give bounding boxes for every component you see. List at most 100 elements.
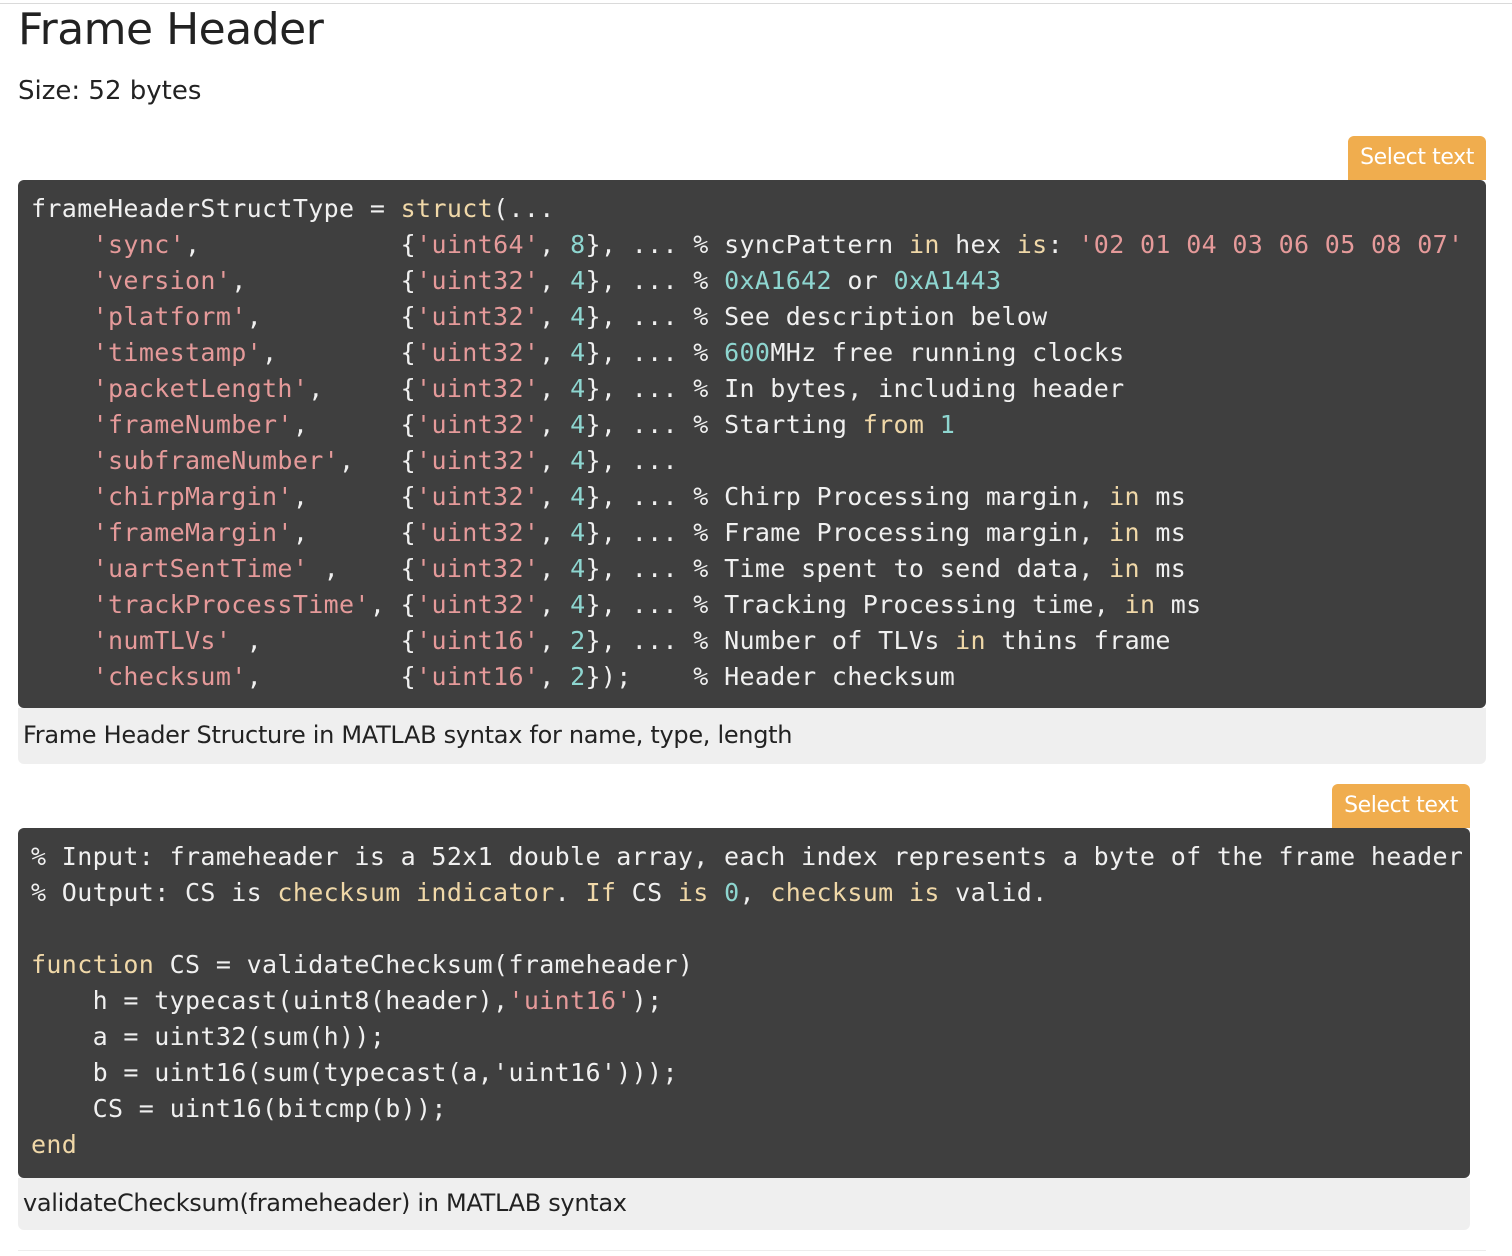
code-token: 0xA1642 <box>724 266 832 295</box>
code-token: thins frame <box>985 626 1171 655</box>
code-token: , { <box>185 230 417 259</box>
code-line: 'version', {'uint32', 4}, ... % 0xA1642 … <box>31 266 1001 295</box>
code-token: 'uint32' <box>416 446 540 475</box>
code-token: }, ... % syncPattern <box>585 230 909 259</box>
code-line: 'numTLVs' , {'uint16', 2}, ... % Number … <box>31 626 1171 655</box>
code-token: }, ... <box>585 446 678 475</box>
code-token: 1 <box>939 410 956 439</box>
code-token: 4 <box>570 518 586 547</box>
code-token: 'uartSentTime' <box>92 554 309 583</box>
code-token: If <box>585 878 617 907</box>
code-content[interactable]: % Input: frameheader is a 52x1 double ar… <box>18 828 1470 1163</box>
code-line: 'trackProcessTime', {'uint32', 4}, ... %… <box>31 590 1202 619</box>
code-token: , <box>539 338 571 367</box>
code-token: hex <box>939 230 1017 259</box>
code-token: % Input: frameheader is a 52x1 double ar… <box>31 842 1464 871</box>
size-text: Size: 52 bytes <box>18 76 202 106</box>
code-line: 'packetLength', {'uint32', 4}, ... % In … <box>31 374 1125 403</box>
code-token: is <box>908 878 940 907</box>
code-token: function <box>31 950 155 979</box>
code-token: , { <box>369 590 417 619</box>
code-token: 'trackProcessTime' <box>92 590 370 619</box>
code-token: 'uint64' <box>416 230 540 259</box>
code-token: 4 <box>570 302 586 331</box>
code-line: 'uartSentTime' , {'uint32', 4}, ... % Ti… <box>31 554 1186 583</box>
code-token: MHz free running clocks <box>770 338 1125 367</box>
code-token: , { <box>246 662 417 691</box>
code-token: , <box>539 410 571 439</box>
code-token: , <box>539 482 571 511</box>
code-token: 'uint32' <box>416 374 540 403</box>
code-token: , { <box>308 554 417 583</box>
code-token: 4 <box>570 410 586 439</box>
code-token: frameHeaderStructType = <box>31 194 401 223</box>
code-line: 'frameMargin', {'uint32', 4}, ... % Fram… <box>31 518 1186 547</box>
code-token: 'uint32' <box>416 518 540 547</box>
code-token: , <box>539 302 571 331</box>
code-line: CS = uint16(bitcmp(b)); <box>31 1094 447 1123</box>
code-line: 'sync', {'uint64', 8}, ... % syncPattern… <box>31 230 1463 259</box>
code-token: valid. <box>939 878 1048 907</box>
code-token: ); <box>631 986 663 1015</box>
code-token: 'uint16' <box>508 986 632 1015</box>
code-token: , { <box>308 374 417 403</box>
code-token: 'uint32' <box>416 590 540 619</box>
code-token: 'uint32' <box>416 266 540 295</box>
code-token: 4 <box>570 590 586 619</box>
code-token: 'packetLength' <box>92 374 309 403</box>
code-token: }, ... % Number of TLVs <box>585 626 956 655</box>
code-token: }, ... % <box>585 266 725 295</box>
code-token: CS <box>616 878 678 907</box>
code-token: checksum <box>770 878 894 907</box>
code-token: . <box>554 878 586 907</box>
code-token: 'uint32' <box>416 410 540 439</box>
page-title: Frame Header <box>18 4 324 55</box>
code-line: 'chirpMargin', {'uint32', 4}, ... % Chir… <box>31 482 1186 511</box>
code-token: 0xA1443 <box>893 266 1002 295</box>
code-token: 4 <box>570 554 586 583</box>
code-token: from <box>862 410 925 439</box>
code-token: in <box>955 626 986 655</box>
code-token: 8 <box>570 230 586 259</box>
code-token: , { <box>231 266 417 295</box>
code-token: 2 <box>570 626 586 655</box>
code-token: 'chirpMargin' <box>92 482 293 511</box>
code-token: , <box>539 266 571 295</box>
code-caption: Frame Header Structure in MATLAB syntax … <box>18 708 1486 764</box>
code-token: }, ... % Tracking Processing time, <box>585 590 1125 619</box>
code-token: , <box>739 878 771 907</box>
code-line: a = uint32(sum(h)); <box>31 1022 385 1051</box>
code-token: in <box>908 230 940 259</box>
code-token: 'uint16' <box>416 626 540 655</box>
code-token: , { <box>262 338 417 367</box>
code-token: 'frameNumber' <box>92 410 293 439</box>
code-token: a = uint32(sum(h)); <box>31 1022 386 1051</box>
code-line: h = typecast(uint8(header),'uint16'); <box>31 986 663 1015</box>
code-token: 'uint32' <box>416 482 540 511</box>
code-content[interactable]: frameHeaderStructType = struct(... 'sync… <box>18 180 1486 695</box>
code-caption: validateChecksum(frameheader) in MATLAB … <box>18 1178 1470 1230</box>
code-block-validate-checksum[interactable]: % Input: frameheader is a 52x1 double ar… <box>18 828 1470 1178</box>
code-token: 'frameMargin' <box>92 518 293 547</box>
code-token: 'sync' <box>92 230 186 259</box>
code-token: 4 <box>570 266 586 295</box>
code-token: }, ... % Time spent to send data, <box>585 554 1110 583</box>
code-token: 4 <box>570 482 586 511</box>
code-token: 'version' <box>92 266 232 295</box>
code-line: % Input: frameheader is a 52x1 double ar… <box>31 842 1463 871</box>
code-block-frame-header-struct[interactable]: frameHeaderStructType = struct(... 'sync… <box>18 180 1486 708</box>
select-text-button[interactable]: Select text <box>1332 784 1470 828</box>
code-token: end <box>31 1130 78 1159</box>
code-token: , { <box>246 302 417 331</box>
select-text-button[interactable]: Select text <box>1348 136 1486 180</box>
code-token: 'platform' <box>92 302 247 331</box>
code-token: checksum indicator <box>277 878 555 907</box>
code-token: , { <box>339 446 417 475</box>
code-token: ms <box>1139 518 1187 547</box>
code-token: 4 <box>570 374 586 403</box>
